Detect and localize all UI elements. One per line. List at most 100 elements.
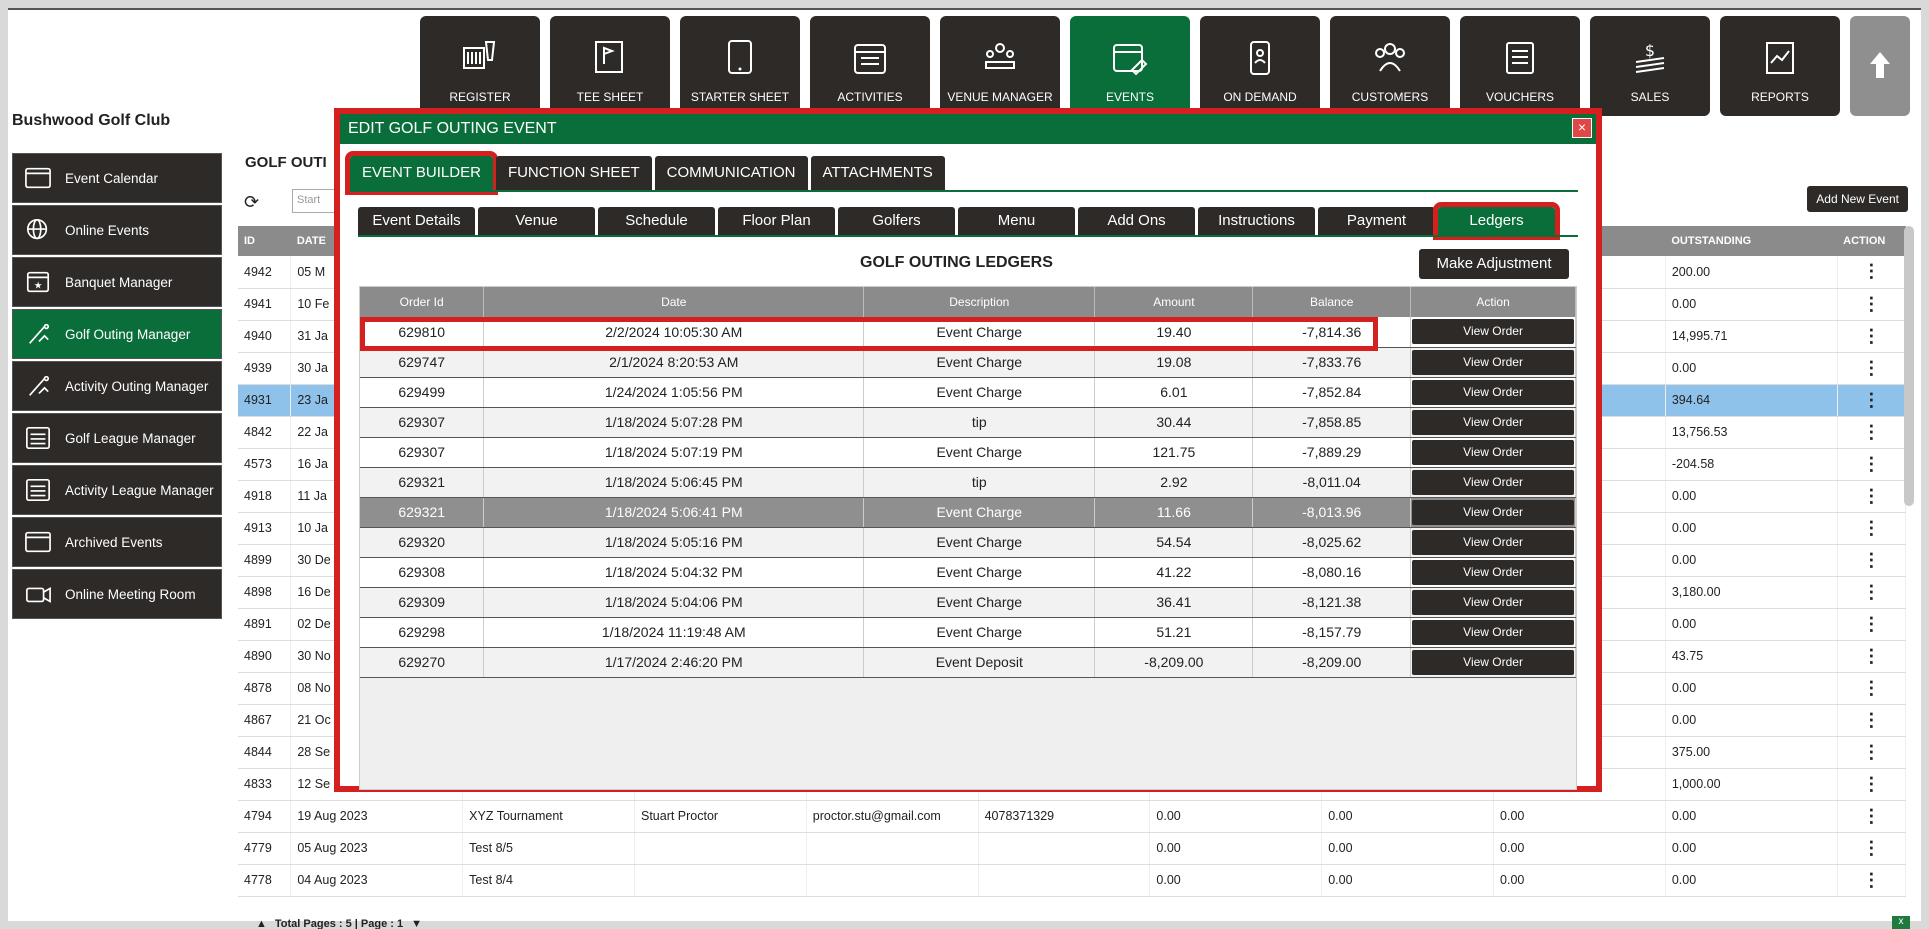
subtab-ledgers[interactable]: Ledgers	[1433, 202, 1560, 240]
view-order-button[interactable]: View Order	[1412, 499, 1574, 525]
report-chart-icon	[1760, 38, 1800, 81]
edit-golf-outing-modal: EDIT GOLF OUTING EVENT × EVENT BUILDER FU…	[334, 108, 1602, 792]
ledger-row[interactable]: 629499 1/24/2024 1:05:56 PM Event Charge 6.…	[360, 377, 1576, 408]
view-order-button[interactable]: View Order	[1412, 589, 1574, 615]
table-row[interactable]: 4778 04 Aug 2023 Test 8/4 0.00 0.00 0.00 0.00 ⋮	[238, 864, 1907, 897]
ledger-row[interactable]: 629307 1/18/2024 5:07:28 PM tip 30.44 -7,858…	[360, 407, 1576, 438]
subtab-floor-plan[interactable]: Floor Plan	[718, 207, 835, 235]
view-order-button[interactable]: View Order	[1412, 469, 1574, 495]
more-menu-icon[interactable]: ⋮	[1837, 352, 1907, 385]
nav-register-button[interactable]: REGISTER	[420, 16, 540, 116]
subtab-schedule[interactable]: Schedule	[598, 207, 715, 235]
nav-activities-button[interactable]: ACTIVITIES	[810, 16, 930, 116]
view-order-button[interactable]: View Order	[1412, 409, 1574, 435]
sidebar-item-banquet-manager[interactable]: ★ Banquet Manager	[12, 257, 222, 307]
view-order-button[interactable]: View Order	[1412, 319, 1574, 345]
ledger-row[interactable]: 629321 1/18/2024 5:06:41 PM Event Charge 11…	[360, 497, 1576, 528]
subtab-golfers[interactable]: Golfers	[838, 207, 955, 235]
view-order-button[interactable]: View Order	[1412, 379, 1574, 405]
excel-export-icon[interactable]: x	[1892, 916, 1910, 929]
more-menu-icon[interactable]: ⋮	[1837, 800, 1907, 833]
more-menu-icon[interactable]: ⋮	[1837, 704, 1907, 737]
more-menu-icon[interactable]: ⋮	[1837, 416, 1907, 449]
subtab-add-ons[interactable]: Add Ons	[1078, 207, 1195, 235]
more-menu-icon[interactable]: ⋮	[1837, 672, 1907, 705]
close-icon[interactable]: ×	[1572, 118, 1592, 138]
sidebar-item-online-events[interactable]: Online Events	[12, 205, 222, 255]
nav-vouchers-button[interactable]: VOUCHERS	[1460, 16, 1580, 116]
sidebar-item-golf-league-manager[interactable]: Golf League Manager	[12, 413, 222, 463]
subtab-instructions[interactable]: Instructions	[1198, 207, 1315, 235]
ledger-row[interactable]: 629810 2/2/2024 10:05:30 AM Event Charge 19…	[360, 317, 1576, 348]
subtab-menu[interactable]: Menu	[958, 207, 1075, 235]
nav-reports-button[interactable]: REPORTS	[1720, 16, 1840, 116]
more-menu-icon[interactable]: ⋮	[1837, 608, 1907, 641]
more-menu-icon[interactable]: ⋮	[1837, 256, 1907, 289]
more-menu-icon[interactable]: ⋮	[1837, 640, 1907, 673]
refresh-icon[interactable]: ⟳	[244, 192, 259, 213]
sidebar-item-online-meeting-room[interactable]: Online Meeting Room	[12, 569, 222, 619]
ledger-row[interactable]: 629321 1/18/2024 5:06:45 PM tip 2.92 -8,011.…	[360, 467, 1576, 498]
table-row[interactable]: 4794 19 Aug 2023 XYZ Tournament Stuart Proc…	[238, 800, 1907, 833]
add-new-event-button[interactable]: Add New Event	[1807, 186, 1908, 212]
nav-customers-button[interactable]: CUSTOMERS	[1330, 16, 1450, 116]
make-adjustment-button[interactable]: Make Adjustment	[1419, 249, 1569, 279]
nav-sales-button[interactable]: $ SALES	[1590, 16, 1710, 116]
ledger-row[interactable]: 629320 1/18/2024 5:05:16 PM Event Charge 54…	[360, 527, 1576, 558]
ledger-row[interactable]: 629298 1/18/2024 11:19:48 AM Event Charge 5…	[360, 617, 1576, 648]
calendar-icon	[23, 165, 53, 191]
sidebar-item-archived-events[interactable]: Archived Events	[12, 517, 222, 567]
more-menu-icon[interactable]: ⋮	[1837, 384, 1907, 417]
tab-attachments[interactable]: ATTACHMENTS	[810, 156, 945, 190]
page-up-icon[interactable]: ▲	[256, 918, 267, 929]
tab-communication[interactable]: COMMUNICATION	[654, 156, 808, 190]
subtab-payment[interactable]: Payment	[1318, 207, 1435, 235]
sidebar-item-activity-outing-manager[interactable]: Activity Outing Manager	[12, 361, 222, 411]
view-order-button[interactable]: View Order	[1412, 349, 1574, 375]
page-down-icon[interactable]: ▼	[411, 918, 422, 929]
nav-events-button[interactable]: EVENTS	[1070, 16, 1190, 116]
view-order-button[interactable]: View Order	[1412, 439, 1574, 465]
cell-out: 0.00	[1665, 608, 1838, 641]
nav-on-demand-button[interactable]: ON DEMAND	[1200, 16, 1320, 116]
tab-event-builder[interactable]: EVENT BUILDER	[345, 151, 498, 195]
sidebar-item-label: Online Meeting Room	[65, 586, 196, 602]
view-order-button[interactable]: View Order	[1412, 529, 1574, 555]
col-outstanding[interactable]: OUTSTANDING	[1665, 226, 1838, 256]
view-order-button[interactable]: View Order	[1412, 619, 1574, 645]
more-menu-icon[interactable]: ⋮	[1837, 736, 1907, 769]
ledger-row[interactable]: 629270 1/17/2024 2:46:20 PM Event Deposit -…	[360, 647, 1576, 678]
nav-venue-manager-button[interactable]: VENUE MANAGER	[940, 16, 1060, 116]
more-menu-icon[interactable]: ⋮	[1837, 864, 1907, 897]
more-menu-icon[interactable]: ⋮	[1837, 288, 1907, 321]
ledger-row[interactable]: 629308 1/18/2024 5:04:32 PM Event Charge 41…	[360, 557, 1576, 588]
more-menu-icon[interactable]: ⋮	[1837, 832, 1907, 865]
scroll-top-button[interactable]	[1850, 16, 1910, 116]
ledger-row[interactable]: 629309 1/18/2024 5:04:06 PM Event Charge 36…	[360, 587, 1576, 618]
sidebar-item-activity-league-manager[interactable]: Activity League Manager	[12, 465, 222, 515]
ledger-cell-desc: Event Deposit	[863, 647, 1096, 678]
more-menu-icon[interactable]: ⋮	[1837, 480, 1907, 513]
sidebar-item-event-calendar[interactable]: Event Calendar	[12, 153, 222, 203]
more-menu-icon[interactable]: ⋮	[1837, 320, 1907, 353]
more-menu-icon[interactable]: ⋮	[1837, 768, 1907, 801]
view-order-button[interactable]: View Order	[1412, 649, 1574, 675]
table-row[interactable]: 4779 05 Aug 2023 Test 8/5 0.00 0.00 0.00 0.00 ⋮	[238, 832, 1907, 865]
view-order-button[interactable]: View Order	[1412, 559, 1574, 585]
more-menu-icon[interactable]: ⋮	[1837, 544, 1907, 577]
more-menu-icon[interactable]: ⋮	[1837, 512, 1907, 545]
nav-tee-sheet-button[interactable]: TEE SHEET	[550, 16, 670, 116]
scrollbar[interactable]	[1904, 226, 1914, 506]
nav-starter-sheet-button[interactable]: STARTER SHEET	[680, 16, 800, 116]
col-id[interactable]: ID	[238, 226, 291, 256]
tab-function-sheet[interactable]: FUNCTION SHEET	[495, 156, 652, 190]
subtab-event-details[interactable]: Event Details	[358, 207, 475, 235]
subtab-venue[interactable]: Venue	[478, 207, 595, 235]
sidebar-item-golf-outing-manager[interactable]: Golf Outing Manager	[12, 309, 222, 359]
ledger-row[interactable]: 629307 1/18/2024 5:07:19 PM Event Charge 12…	[360, 437, 1576, 468]
more-menu-icon[interactable]: ⋮	[1837, 448, 1907, 481]
ledger-row[interactable]: 629747 2/1/2024 8:20:53 AM Event Charge 19.…	[360, 347, 1576, 378]
ledger-cell-action: View Order	[1410, 497, 1576, 528]
ledger-cell-balance: -8,121.38	[1252, 587, 1412, 618]
more-menu-icon[interactable]: ⋮	[1837, 576, 1907, 609]
